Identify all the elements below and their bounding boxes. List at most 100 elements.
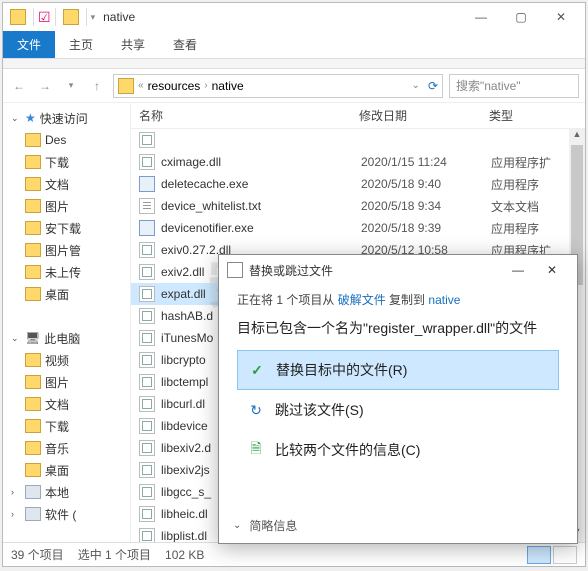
scroll-up-icon[interactable]: ▲ (569, 129, 585, 145)
tree-item[interactable]: ⌄★快速访问 (3, 107, 130, 129)
tree-item[interactable]: 安下载 (3, 217, 130, 239)
breadcrumb-part[interactable]: resources (148, 79, 201, 93)
minimize-button[interactable]: — (461, 3, 501, 31)
window-title: native (103, 10, 135, 24)
check-icon: ✓ (248, 362, 266, 379)
tree-item[interactable]: Des (3, 129, 130, 151)
compare-option[interactable]: 🗎 比较两个文件的信息(C) (237, 430, 559, 470)
folder-icon (118, 78, 134, 94)
file-icon (139, 330, 155, 346)
status-size: 102 KB (165, 548, 204, 562)
dialog-close-button[interactable]: ✕ (535, 263, 569, 277)
file-icon (139, 308, 155, 324)
list-item[interactable]: cximage.dll2020/1/15 11:24应用程序扩 (131, 151, 585, 173)
file-icon (139, 198, 155, 214)
file-icon (139, 242, 155, 258)
file-icon (139, 418, 155, 434)
dropdown-icon[interactable]: ▾ (91, 12, 96, 23)
view-icons-button[interactable] (553, 546, 577, 564)
check-icon[interactable]: ☑ (38, 9, 51, 26)
tree-item[interactable]: 图片管 (3, 239, 130, 261)
tree-item[interactable]: 下载 (3, 151, 130, 173)
tree-item[interactable]: 桌面 (3, 459, 130, 481)
file-name: device_whitelist.txt (161, 199, 361, 213)
tree-item[interactable]: 图片 (3, 371, 130, 393)
nav-tree: ⌄★快速访问Des下载文档图片安下载图片管未上传桌面⌄🖥此电脑视频图片文档下载音… (3, 103, 131, 542)
file-icon (139, 440, 155, 456)
folder-icon (10, 9, 26, 25)
list-item[interactable]: devicenotifier.exe2020/5/18 9:39应用程序 (131, 217, 585, 239)
recent-dropdown[interactable]: ▾ (61, 80, 81, 91)
file-icon (139, 352, 155, 368)
tree-item[interactable]: 视频 (3, 349, 130, 371)
tree-item[interactable]: 音乐 (3, 437, 130, 459)
file-icon (139, 154, 155, 170)
chevron-down-icon: ⌄ (233, 520, 241, 531)
dialog-minimize-button[interactable]: — (501, 263, 535, 277)
dialog-footer[interactable]: ⌄ 简略信息 (219, 507, 577, 543)
close-button[interactable]: ✕ (541, 3, 581, 31)
col-type[interactable]: 类型 (481, 107, 585, 124)
file-icon (139, 484, 155, 500)
maximize-button[interactable]: ▢ (501, 3, 541, 31)
breadcrumb[interactable]: « resources › native ⌄ ⟳ (113, 74, 443, 98)
nav-bar: ← → ▾ ↑ « resources › native ⌄ ⟳ 搜索"nati… (3, 69, 585, 103)
tab-view[interactable]: 查看 (159, 31, 211, 58)
tree-item[interactable]: ⌄🖥此电脑 (3, 327, 130, 349)
tree-item[interactable]: 文档 (3, 173, 130, 195)
file-icon (139, 176, 155, 192)
file-icon (139, 528, 155, 542)
tree-item[interactable]: ›软件 ( (3, 503, 130, 525)
tree-item[interactable]: 桌面 (3, 283, 130, 305)
file-type: 应用程序 (491, 220, 539, 237)
file-date: 2020/5/18 9:39 (361, 221, 491, 235)
file-icon (139, 264, 155, 280)
file-icon (139, 286, 155, 302)
skip-option[interactable]: ↻ 跳过该文件(S) (237, 390, 559, 430)
file-icon (139, 374, 155, 390)
file-icon (139, 396, 155, 412)
file-name: cximage.dll (161, 155, 361, 169)
breadcrumb-part[interactable]: native (212, 79, 244, 93)
file-name: deletecache.exe (161, 177, 361, 191)
file-icon (139, 506, 155, 522)
forward-button[interactable]: → (35, 79, 55, 93)
chevron-down-icon[interactable]: ⌄ (412, 80, 420, 91)
dest-link[interactable]: native (428, 293, 460, 307)
tree-item[interactable]: 未上传 (3, 261, 130, 283)
copy-icon (227, 262, 243, 278)
copy-conflict-dialog: 替换或跳过文件 — ✕ 正在将 1 个项目从 破解文件 复制到 native 目… (218, 254, 578, 544)
view-details-button[interactable] (527, 546, 551, 564)
list-item[interactable] (131, 129, 585, 151)
refresh-icon[interactable]: ⟳ (428, 79, 438, 93)
list-item[interactable]: deletecache.exe2020/5/18 9:40应用程序 (131, 173, 585, 195)
skip-icon: ↻ (247, 402, 265, 419)
list-item[interactable]: device_whitelist.txt2020/5/18 9:34文本文档 (131, 195, 585, 217)
tree-item[interactable]: 图片 (3, 195, 130, 217)
tab-file[interactable]: 文件 (3, 31, 55, 58)
file-name: devicenotifier.exe (161, 221, 361, 235)
ribbon-tabs: 文件 主页 共享 查看 ⌃ (3, 31, 585, 59)
source-link[interactable]: 破解文件 (338, 293, 386, 307)
col-name[interactable]: 名称 (131, 107, 351, 124)
search-input[interactable]: 搜索"native" (449, 74, 579, 98)
view-toggle (527, 546, 577, 564)
tree-item[interactable]: 文档 (3, 393, 130, 415)
up-button[interactable]: ↑ (87, 79, 107, 93)
tab-share[interactable]: 共享 (107, 31, 159, 58)
status-selected: 选中 1 个项目 (78, 546, 151, 563)
dialog-title: 替换或跳过文件 (249, 262, 333, 279)
tree-item[interactable] (3, 305, 130, 327)
file-type: 应用程序 (491, 176, 539, 193)
file-icon (139, 220, 155, 236)
tree-item[interactable]: 下载 (3, 415, 130, 437)
replace-option[interactable]: ✓ 替换目标中的文件(R) (237, 350, 559, 390)
statusbar: 39 个项目 选中 1 个项目 102 KB (3, 542, 585, 566)
tab-home[interactable]: 主页 (55, 31, 107, 58)
status-count: 39 个项目 (11, 546, 64, 563)
back-button[interactable]: ← (9, 79, 29, 93)
col-date[interactable]: 修改日期 (351, 107, 481, 124)
file-date: 2020/5/18 9:34 (361, 199, 491, 213)
tree-item[interactable]: ›本地 (3, 481, 130, 503)
dialog-copying-line: 正在将 1 个项目从 破解文件 复制到 native (237, 291, 559, 308)
